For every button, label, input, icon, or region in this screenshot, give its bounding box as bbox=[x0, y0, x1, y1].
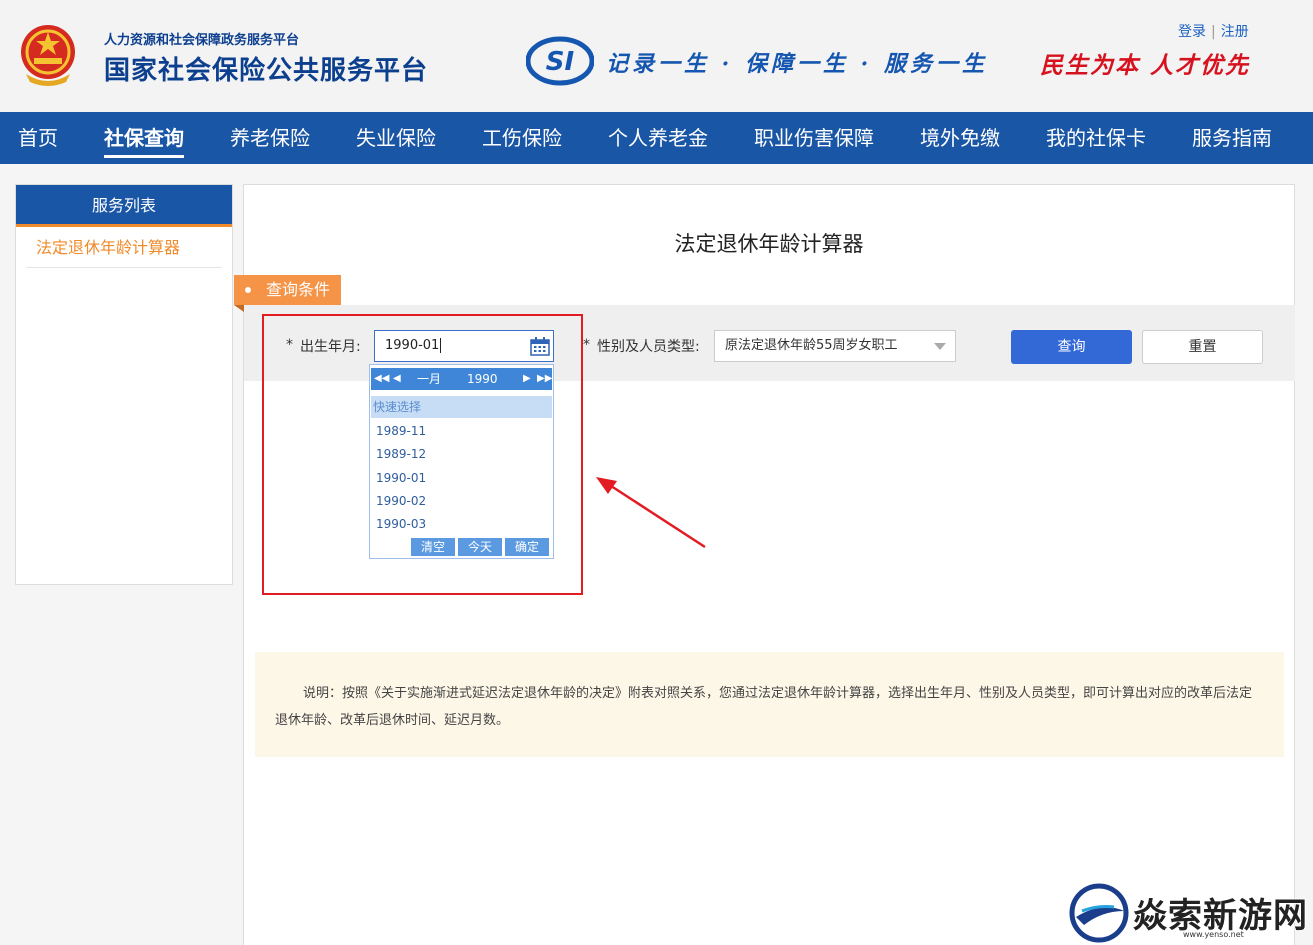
sidebar: 服务列表 法定退休年龄计算器 bbox=[15, 184, 233, 585]
org-title: 国家社会保险公共服务平台 bbox=[104, 56, 429, 86]
query-conditions-tag: 查询条件 bbox=[234, 275, 341, 312]
nav-item-social-security-query[interactable]: 社保查询 bbox=[104, 112, 184, 164]
national-emblem-icon bbox=[21, 25, 75, 86]
nav-item-pension-insurance[interactable]: 养老保险 bbox=[230, 112, 310, 164]
chevron-down-icon bbox=[934, 343, 946, 350]
main-nav: 首页 社保查询 养老保险 失业保险 工伤保险 个人养老金 职业伤害保障 境外免缴… bbox=[0, 112, 1313, 164]
org-subtitle: 人力资源和社会保障政务服务平台 bbox=[104, 33, 300, 48]
social-insurance-logo-icon: SI bbox=[526, 36, 594, 86]
sidebar-item-retirement-calculator[interactable]: 法定退休年龄计算器 bbox=[26, 227, 222, 268]
register-link[interactable]: 注册 bbox=[1221, 24, 1249, 40]
nav-item-personal-pension[interactable]: 个人养老金 bbox=[608, 112, 708, 164]
explanation-note: 说明：按照《关于实施渐进式延迟法定退休年龄的决定》附表对照关系，您通过法定退休年… bbox=[255, 652, 1284, 757]
nav-item-service-guide[interactable]: 服务指南 bbox=[1192, 112, 1272, 164]
sidebar-title: 服务列表 bbox=[16, 185, 232, 227]
nav-item-unemployment-insurance[interactable]: 失业保险 bbox=[356, 112, 436, 164]
svg-text:SI: SI bbox=[546, 47, 575, 77]
person-type-value: 原法定退休年龄55周岁女职工 bbox=[725, 338, 898, 353]
motto: 民生为本 人才优先 bbox=[1040, 52, 1251, 79]
watermark-url: www.yenso.net bbox=[1183, 930, 1244, 939]
person-type-select[interactable]: 原法定退休年龄55周岁女职工 bbox=[714, 330, 956, 362]
nav-item-home[interactable]: 首页 bbox=[18, 112, 58, 164]
site-header: 人力资源和社会保障政务服务平台 国家社会保险公共服务平台 SI 记录一生 · 保… bbox=[0, 0, 1313, 112]
login-link[interactable]: 登录 bbox=[1178, 24, 1206, 40]
nav-item-occupational-injury[interactable]: 职业伤害保障 bbox=[754, 112, 874, 164]
auth-separator: | bbox=[1211, 24, 1216, 40]
auth-links: 登录 | 注册 bbox=[1178, 21, 1249, 41]
type-required-mark: * bbox=[583, 337, 590, 353]
slogan: 记录一生 · 保障一生 · 服务一生 bbox=[606, 51, 988, 77]
nav-item-my-social-security-card[interactable]: 我的社保卡 bbox=[1046, 112, 1146, 164]
reset-button[interactable]: 重置 bbox=[1142, 330, 1263, 364]
annotation-arrow-icon bbox=[596, 477, 706, 549]
page-title: 法定退休年龄计算器 bbox=[674, 232, 864, 256]
nav-item-work-injury-insurance[interactable]: 工伤保险 bbox=[482, 112, 562, 164]
type-label: 性别及人员类型: bbox=[597, 339, 700, 355]
annotation-highlight-box bbox=[262, 314, 583, 595]
nav-item-overseas-exemption[interactable]: 境外免缴 bbox=[920, 112, 1000, 164]
query-button[interactable]: 查询 bbox=[1011, 330, 1132, 364]
